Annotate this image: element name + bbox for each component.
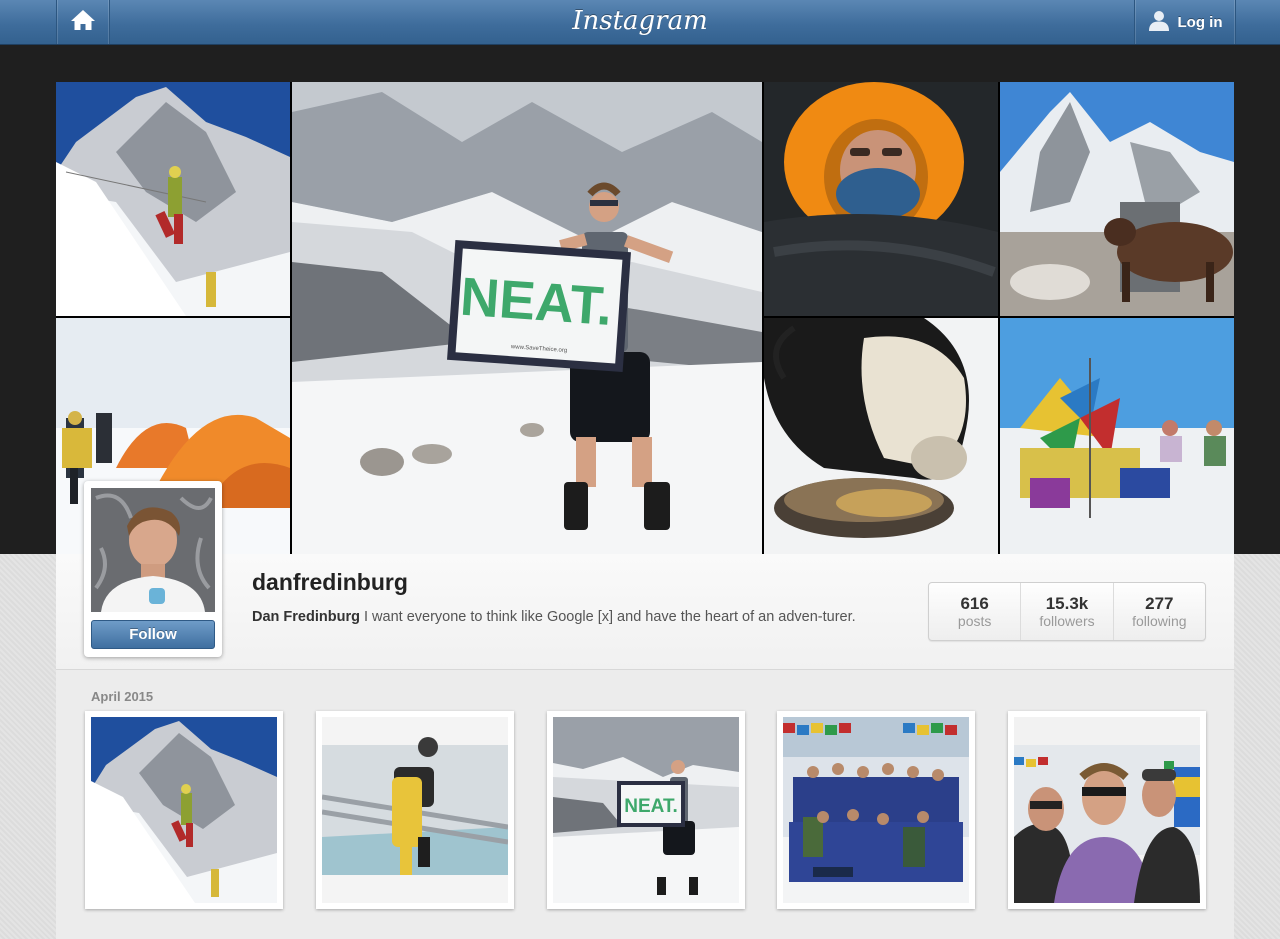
stat-followers[interactable]: 15.3k followers: [1020, 583, 1112, 640]
home-icon: [70, 9, 96, 36]
follow-button[interactable]: Follow: [91, 620, 215, 649]
feed-photo-ladder[interactable]: [316, 711, 514, 909]
stat-following-label: following: [1132, 613, 1187, 629]
profile-full-name: Dan Fredinburg: [252, 609, 360, 625]
collage-photo-yak-bowl[interactable]: [764, 318, 998, 554]
stat-following-count: 277: [1145, 594, 1174, 613]
collage-photo-prayer-flags[interactable]: [1000, 318, 1234, 554]
feed-photo-neat-flag[interactable]: NEAT.: [547, 711, 745, 909]
collage-photo-sleeping-bag[interactable]: [764, 82, 998, 316]
feed-month-label: April 2015: [91, 689, 154, 704]
photo-collage: NEAT. www.SaveTheice.org: [56, 82, 1234, 554]
collage-photo-neat-flag[interactable]: NEAT. www.SaveTheice.org: [292, 82, 762, 554]
profile-username: danfredinburg: [252, 569, 408, 595]
stat-posts[interactable]: 616 posts: [929, 583, 1020, 640]
collage-photo-yak-mountain[interactable]: [1000, 82, 1234, 316]
profile-card: Follow: [84, 481, 222, 657]
avatar[interactable]: [91, 488, 215, 612]
stat-following[interactable]: 277 following: [1112, 583, 1205, 640]
flag-text: NEAT.: [458, 267, 614, 337]
login-label: Log in: [1177, 13, 1223, 31]
user-icon: [1148, 9, 1170, 35]
stat-posts-label: posts: [957, 613, 992, 629]
feed-photo-group[interactable]: [777, 711, 975, 909]
thumb-flag-text: NEAT.: [624, 796, 677, 817]
instagram-logo[interactable]: Instagram: [540, 4, 740, 38]
profile-stats: 616 posts 15.3k followers 277 following: [928, 582, 1206, 641]
collage-photo-climber[interactable]: [56, 82, 290, 316]
login-button[interactable]: Log in: [1134, 0, 1236, 44]
feed-photo-climber[interactable]: [85, 711, 283, 909]
stat-followers-count: 15.3k: [1045, 594, 1089, 613]
stat-followers-label: followers: [1039, 613, 1095, 629]
profile-bio: Dan Fredinburg I want everyone to think …: [252, 607, 882, 628]
stat-posts-count: 616: [960, 594, 989, 613]
top-navigation-bar: Instagram Log in: [0, 0, 1280, 45]
home-button[interactable]: [56, 0, 110, 44]
profile-bio-text: I want everyone to think like Google [x]…: [359, 609, 856, 625]
feed-photo-selfie[interactable]: [1008, 711, 1206, 909]
